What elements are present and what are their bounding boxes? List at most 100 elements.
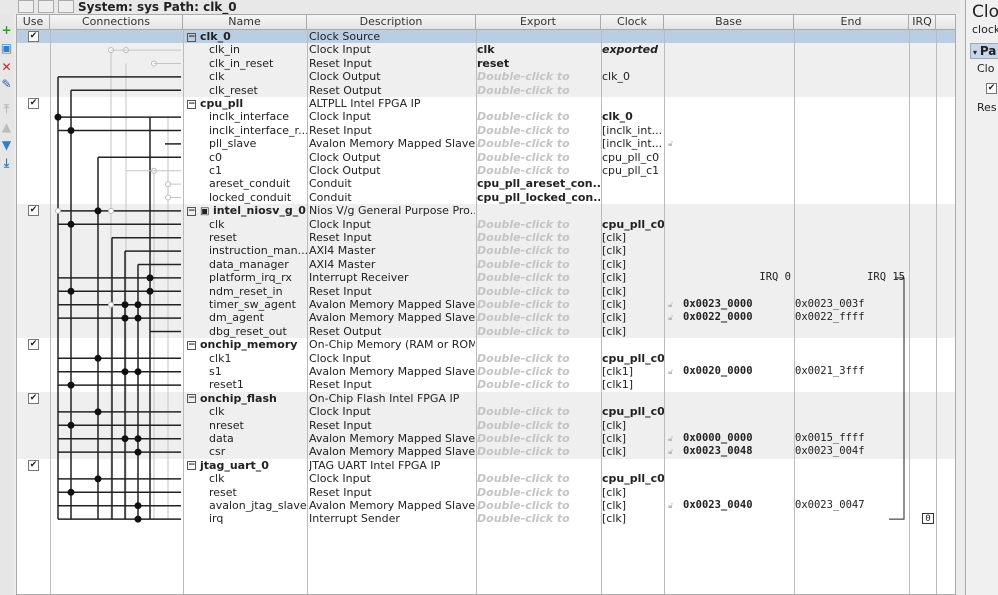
- clock-field[interactable]: clk_0: [602, 70, 664, 83]
- export-field[interactable]: Double-click to: [477, 231, 600, 244]
- lock-icon[interactable]: 🔓︎: [668, 365, 673, 378]
- edit-icon[interactable]: ✎: [0, 77, 13, 91]
- clock-field[interactable]: cpu_pll_c0: [602, 218, 664, 231]
- export-field[interactable]: Double-click to: [477, 258, 600, 271]
- export-field[interactable]: cpu_pll_locked_con...: [477, 191, 600, 204]
- interface-name[interactable]: clk_in: [209, 43, 307, 56]
- column-header-end[interactable]: End: [794, 15, 909, 30]
- interface-name[interactable]: c0: [209, 151, 307, 164]
- interface-name[interactable]: ndm_reset_in: [209, 285, 307, 298]
- interface-name[interactable]: areset_conduit: [209, 177, 307, 190]
- interface-name[interactable]: inclk_interface_r...: [209, 124, 307, 137]
- interface-name[interactable]: reset1: [209, 378, 307, 391]
- base-address[interactable]: 0x0023_0000: [683, 298, 793, 311]
- connections-diagram[interactable]: [50, 15, 183, 595]
- interface-name[interactable]: c1: [209, 164, 307, 177]
- base-address[interactable]: 0x0000_0000: [683, 432, 793, 445]
- interface-name[interactable]: timer_sw_agent: [209, 298, 307, 311]
- clock-field[interactable]: cpu_pll_c0: [602, 151, 664, 164]
- clock-field[interactable]: [clk]: [602, 499, 664, 512]
- back-button[interactable]: [18, 0, 34, 13]
- export-field[interactable]: Double-click to: [477, 472, 600, 485]
- interface-name[interactable]: clk: [209, 218, 307, 231]
- interface-name[interactable]: csr: [209, 445, 307, 458]
- export-field[interactable]: Double-click to: [477, 84, 600, 97]
- interface-name[interactable]: dm_agent: [209, 311, 307, 324]
- clock-field[interactable]: exported: [602, 43, 664, 56]
- move-bottom-icon[interactable]: ⤓: [0, 156, 13, 170]
- interface-name[interactable]: clk: [209, 472, 307, 485]
- clock-field[interactable]: cpu_pll_c1: [602, 164, 664, 177]
- clock-field[interactable]: [clk]: [602, 512, 664, 525]
- export-field[interactable]: Double-click to: [477, 352, 600, 365]
- interface-name[interactable]: data: [209, 432, 307, 445]
- collapse-toggle-icon[interactable]: −: [187, 32, 196, 42]
- interface-name[interactable]: nreset: [209, 419, 307, 432]
- clock-field[interactable]: [clk]: [602, 432, 664, 445]
- parameters-section-header[interactable]: ▾ Pa: [970, 43, 998, 59]
- export-field[interactable]: Double-click to: [477, 405, 600, 418]
- export-field[interactable]: Double-click to: [477, 124, 600, 137]
- export-field[interactable]: Double-click to: [477, 110, 600, 123]
- interface-name[interactable]: data_manager: [209, 258, 307, 271]
- lock-icon[interactable]: 🔓︎: [668, 137, 673, 150]
- interface-name[interactable]: clk_reset: [209, 84, 307, 97]
- use-checkbox[interactable]: ✔: [28, 459, 39, 471]
- export-field[interactable]: Double-click to: [477, 311, 600, 324]
- export-field[interactable]: Double-click to: [477, 137, 600, 150]
- use-checkbox[interactable]: ✔: [28, 98, 39, 109]
- clock-field[interactable]: [clk]: [602, 419, 664, 432]
- interface-name[interactable]: instruction_man...: [209, 244, 307, 257]
- clock-field[interactable]: [clk]: [602, 271, 664, 284]
- add-icon[interactable]: +: [0, 23, 13, 37]
- clock-field[interactable]: [clk1]: [602, 365, 664, 378]
- column-header-export[interactable]: Export: [476, 15, 601, 30]
- hierarchy-button[interactable]: [58, 0, 74, 13]
- interface-name[interactable]: locked_conduit: [209, 191, 307, 204]
- clock-field[interactable]: cpu_pll_c0: [602, 472, 664, 485]
- clock-field[interactable]: [inclk_int...: [602, 124, 664, 137]
- export-field[interactable]: Double-click to: [477, 298, 600, 311]
- interface-name[interactable]: irq: [209, 512, 307, 525]
- base-address[interactable]: 0x0023_0048: [683, 445, 793, 458]
- move-top-icon[interactable]: ⤒: [0, 102, 13, 116]
- interface-name[interactable]: reset: [209, 231, 307, 244]
- collapse-toggle-icon[interactable]: −: [187, 99, 196, 109]
- module-name[interactable]: cpu_pll: [200, 97, 243, 110]
- use-checkbox[interactable]: ✔: [28, 339, 39, 351]
- interface-name[interactable]: s1: [209, 365, 307, 378]
- clock-field[interactable]: [clk]: [602, 258, 664, 271]
- move-down-icon[interactable]: ▼: [0, 138, 13, 152]
- export-field[interactable]: Double-click to: [477, 378, 600, 391]
- use-checkbox[interactable]: ✔: [28, 392, 39, 404]
- clock-field[interactable]: [inclk_int...: [602, 137, 664, 150]
- base-address[interactable]: 0x0022_0000: [683, 311, 793, 324]
- clock-field[interactable]: [clk]: [602, 325, 664, 338]
- use-checkbox[interactable]: ✔: [28, 205, 39, 217]
- clock-field[interactable]: [clk]: [602, 486, 664, 499]
- export-field[interactable]: cpu_pll_areset_con...: [477, 177, 600, 190]
- export-field[interactable]: Double-click to: [477, 499, 600, 512]
- module-name[interactable]: clk_0: [200, 30, 231, 43]
- interface-name[interactable]: dbg_reset_out: [209, 325, 307, 338]
- column-header-clock[interactable]: Clock: [601, 15, 664, 30]
- base-address[interactable]: 0x0020_0000: [683, 365, 793, 378]
- module-name[interactable]: intel_niosv_g_0: [213, 204, 306, 217]
- module-name[interactable]: jtag_uart_0: [200, 459, 269, 472]
- module-name[interactable]: onchip_flash: [200, 392, 277, 405]
- interface-name[interactable]: inclk_interface: [209, 110, 307, 123]
- lock-icon[interactable]: 🔓︎: [668, 499, 673, 512]
- clock-known-checkbox[interactable]: ✔: [986, 83, 997, 94]
- export-field[interactable]: clk: [477, 43, 600, 56]
- clock-field[interactable]: clk_0: [602, 110, 664, 123]
- export-field[interactable]: Double-click to: [477, 445, 600, 458]
- export-field[interactable]: Double-click to: [477, 486, 600, 499]
- collapse-toggle-icon[interactable]: −: [187, 461, 196, 471]
- column-header-irq[interactable]: IRQ: [909, 15, 936, 30]
- clock-field[interactable]: [clk]: [602, 285, 664, 298]
- export-field[interactable]: Double-click to: [477, 512, 600, 525]
- export-field[interactable]: Double-click to: [477, 244, 600, 257]
- use-checkbox[interactable]: ✔: [28, 31, 39, 42]
- export-field[interactable]: reset: [477, 57, 600, 70]
- remove-icon[interactable]: ✕: [0, 60, 13, 74]
